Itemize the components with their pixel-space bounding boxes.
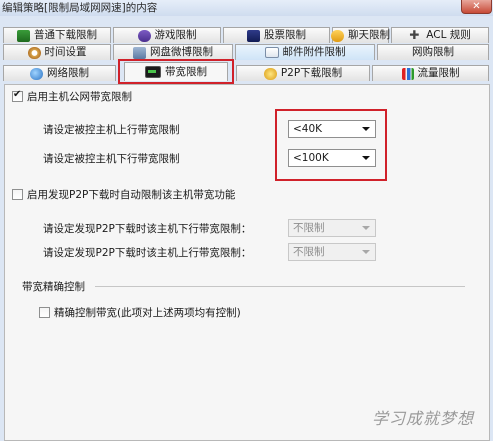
mail-icon — [264, 47, 279, 58]
bandwidth-panel: 启用主机公网带宽限制 请设定被控主机上行带宽限制 <40K 请设定被控主机下行带… — [4, 84, 490, 441]
tab-label: 普通下载限制 — [34, 29, 97, 41]
p2p-upload-limit-select[interactable]: 不限制 — [288, 243, 376, 261]
tab-label: 邮件附件限制 — [282, 46, 346, 58]
watermark: 学习成就梦想 — [372, 409, 475, 428]
precise-control-checkbox[interactable] — [39, 307, 50, 318]
p2p-download-limit-value: 不限制 — [293, 222, 325, 234]
tab-label: ACL 规则 — [426, 29, 471, 41]
stock-icon — [247, 29, 260, 42]
tab-netdisk-weibo[interactable]: 网盘微博限制 — [113, 44, 233, 60]
tab-time-settings[interactable]: 时间设置 — [3, 44, 111, 60]
tab-p2p-download[interactable]: P2P下载限制 — [236, 65, 370, 81]
tab-label: 聊天限制 — [348, 29, 390, 41]
tab-label: P2P下载限制 — [280, 67, 343, 79]
p2p-upload-limit-label: 请设定发现P2P下载时该主机上行带宽限制： — [43, 247, 252, 259]
tab-mail-attachment[interactable]: 邮件附件限制 — [235, 44, 375, 60]
tab-label: 股票限制 — [264, 29, 306, 41]
tab-traffic[interactable]: 流量限制 — [372, 65, 489, 81]
tab-online-shopping[interactable]: 网购限制 — [377, 44, 489, 60]
p2p-icon — [263, 67, 277, 80]
tab-strip: 普通下载限制 游戏限制 股票限制 聊天限制 ACL 规则 时间设置 网盘微博限制… — [0, 17, 493, 84]
window-titlebar: 编辑策略[限制局域网网速]的内容 ✕ — [0, 0, 493, 16]
tab-stock[interactable]: 股票限制 — [223, 27, 330, 43]
p2p-upload-limit-value: 不限制 — [293, 246, 325, 258]
enable-bandwidth-checkbox[interactable] — [12, 89, 23, 102]
highlight-frame — [118, 59, 234, 84]
tab-normal-download[interactable]: 普通下载限制 — [3, 27, 111, 43]
tab-chat[interactable]: 聊天限制 — [331, 27, 390, 43]
precise-control-group-label: 带宽精确控制 — [22, 281, 85, 293]
precise-control-label: 精确控制带宽(此项对上述两项均有控制) — [54, 307, 241, 319]
tab-label: 网盘微博限制 — [150, 46, 213, 58]
clock-icon — [27, 46, 41, 59]
game-icon — [137, 29, 151, 42]
chevron-down-icon — [362, 226, 370, 230]
tab-label: 网购限制 — [412, 46, 454, 58]
p2p-auto-limit-label: 启用发现P2P下载时自动限制该主机带宽功能 — [27, 189, 236, 201]
tab-game[interactable]: 游戏限制 — [113, 27, 221, 43]
p2p-download-limit-label: 请设定发现P2P下载时该主机下行带宽限制： — [43, 223, 252, 235]
p2p-download-limit-select[interactable]: 不限制 — [288, 219, 376, 237]
tab-label: 游戏限制 — [154, 29, 197, 41]
p2p-auto-limit-checkbox[interactable] — [12, 189, 23, 200]
close-button[interactable]: ✕ — [461, 0, 492, 14]
acl-rules-icon — [409, 28, 422, 43]
upload-limit-label: 请设定被控主机上行带宽限制 — [43, 124, 180, 136]
tab-label: 流量限制 — [417, 67, 460, 79]
tab-label: 时间设置 — [44, 46, 87, 58]
download-icon — [17, 29, 30, 42]
chat-icon — [331, 29, 344, 42]
netdisk-icon — [133, 46, 146, 59]
download-limit-label: 请设定被控主机下行带宽限制 — [43, 153, 180, 165]
enable-bandwidth-label: 启用主机公网带宽限制 — [27, 91, 132, 103]
globe-icon — [30, 67, 43, 80]
window-title: 编辑策略[限制局域网网速]的内容 — [2, 2, 158, 14]
tab-label: 网络限制 — [47, 67, 89, 79]
highlight-frame — [275, 109, 387, 181]
group-divider — [95, 286, 465, 287]
tab-network[interactable]: 网络限制 — [3, 65, 116, 81]
chevron-down-icon — [362, 250, 370, 254]
tab-acl-rules[interactable]: ACL 规则 — [391, 27, 489, 43]
traffic-chart-icon — [401, 67, 414, 80]
close-icon: ✕ — [472, 1, 481, 12]
